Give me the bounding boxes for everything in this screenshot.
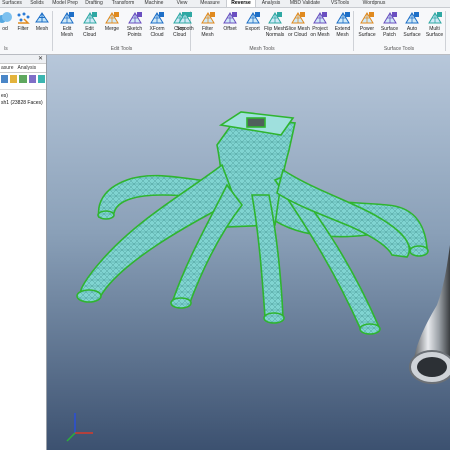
ribbon-tab-model-prep[interactable]: Model Prep	[50, 0, 80, 7]
tab-measure[interactable]: asure	[1, 64, 14, 72]
project-mesh-icon	[313, 12, 327, 24]
ribbon-group-label: ls	[4, 46, 8, 52]
hide-icon[interactable]	[19, 75, 27, 83]
slice-mesh-icon	[290, 12, 305, 24]
mesh-icon	[35, 12, 49, 23]
export-icon	[245, 12, 260, 24]
ribbon-panel: od Filter Mesh ls Edit Mesh Edit Cloud Mer…	[0, 8, 450, 55]
color-icon[interactable]	[37, 75, 46, 83]
manager-tree: es) sh1 (23828 Faces)	[0, 90, 46, 110]
panel-header: ✕	[0, 55, 46, 64]
ribbon-tab-view[interactable]: View	[170, 0, 194, 7]
ribbon-tab-reverse[interactable]: Reverse	[226, 0, 256, 7]
show-icon[interactable]	[10, 75, 18, 83]
extend-mesh-icon	[335, 12, 350, 24]
ribbon-tool-multi-surface[interactable]: Multi Surface	[422, 10, 448, 38]
ribbon-separator	[445, 11, 446, 51]
power-surface-icon	[360, 12, 374, 24]
xform-cloud-icon	[150, 12, 164, 24]
surface-patch-icon	[382, 12, 397, 24]
graphics-viewport[interactable]	[47, 55, 450, 450]
ribbon-tab-measure[interactable]: Measure	[194, 0, 226, 7]
ribbon-separator	[52, 11, 53, 51]
left-panel: ✕ asure Analysis es) sh1 (23828 Faces)	[0, 55, 47, 410]
filter-mesh-icon	[200, 12, 215, 24]
tree-item[interactable]: es)	[1, 93, 45, 100]
ribbon-tab-vstools[interactable]: VSTools	[324, 0, 356, 7]
sketch-points-icon	[127, 12, 142, 24]
edit-mesh-icon	[60, 12, 74, 24]
ribbon-tab-wordpnus[interactable]: Wordpnus	[356, 0, 392, 7]
ribbon-tab-mbd-validate[interactable]: MBD Validate	[286, 0, 324, 7]
ribbon-tab-drafting[interactable]: Drafting	[80, 0, 108, 7]
left-panel-footer	[0, 410, 47, 450]
ribbon-group-label: Edit Tools	[110, 46, 133, 52]
edit-cloud-icon	[82, 12, 97, 24]
ribbon-tab-solids[interactable]: Solids	[24, 0, 50, 7]
layer-icon[interactable]	[28, 75, 36, 83]
auto-surface-icon	[405, 12, 419, 24]
offset-icon	[223, 12, 237, 24]
ribbon-tab-analysis[interactable]: Analysis	[256, 0, 286, 7]
ribbon-tool-label: Multi Surface	[425, 26, 444, 38]
ribbon-tab-transform[interactable]: Transform	[108, 0, 138, 7]
close-icon[interactable]: ✕	[38, 55, 43, 62]
metal-part[interactable]	[409, 245, 450, 384]
smooth-icon	[178, 12, 192, 24]
ribbon-tab-surfaces[interactable]: Surfaces	[0, 0, 24, 7]
ribbon-group-label: Surface Tools	[383, 46, 415, 52]
tab-analysis[interactable]: Analysis	[18, 64, 37, 72]
multi-surface-icon	[427, 12, 442, 24]
ribbon-group-label: Mesh Tools	[249, 46, 275, 52]
axis-triad-icon	[66, 413, 93, 442]
ribbon-tool-extend-mesh[interactable]: Extend Mesh	[330, 10, 356, 38]
panel-tabs: asure Analysis	[0, 64, 46, 73]
viewport-canvas	[66, 111, 450, 442]
ribbon-tab-bar: Surfaces Solids Model Prep Drafting Transfor…	[0, 0, 450, 8]
ribbon-tab-machine[interactable]: Machine	[138, 0, 170, 7]
panel-toolbar	[0, 73, 46, 90]
ribbon-tool-label: Extend Mesh	[334, 26, 351, 38]
mesh-model[interactable]	[76, 111, 429, 335]
merge-icon	[105, 12, 119, 24]
select-icon[interactable]	[1, 75, 9, 83]
tree-item-mesh[interactable]: sh1 (23828 Faces)	[1, 100, 45, 107]
flip-normals-icon	[268, 12, 282, 24]
